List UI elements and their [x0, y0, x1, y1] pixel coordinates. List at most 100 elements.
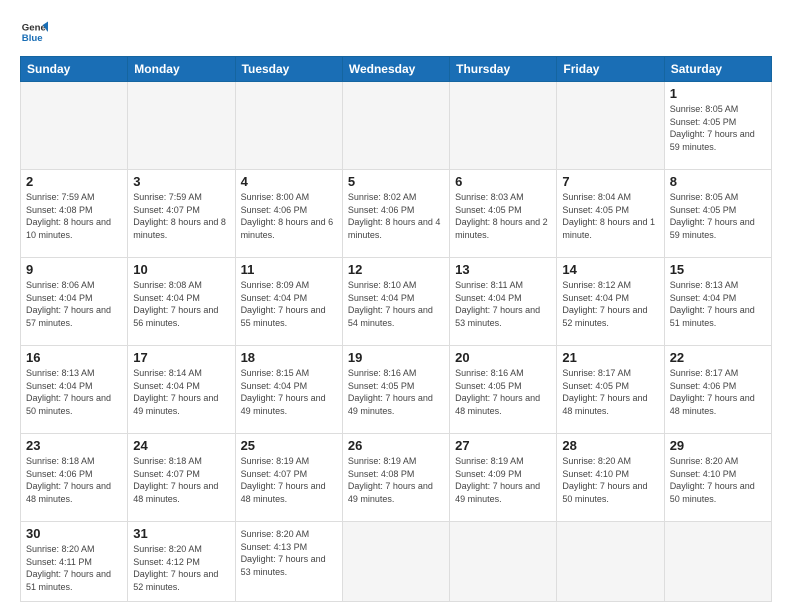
day-info: Sunrise: 8:16 AMSunset: 4:05 PMDaylight:…: [455, 367, 551, 417]
day-info: Sunrise: 8:18 AMSunset: 4:06 PMDaylight:…: [26, 455, 122, 505]
calendar-cell: 12 Sunrise: 8:10 AMSunset: 4:04 PMDayligh…: [342, 258, 449, 346]
logo-icon: General Blue: [20, 18, 48, 46]
day-number: 1: [670, 86, 766, 101]
day-info: Sunrise: 8:10 AMSunset: 4:04 PMDaylight:…: [348, 279, 444, 329]
calendar-cell: 8Sunrise: 8:05 AMSunset: 4:05 PMDaylight…: [664, 170, 771, 258]
weekday-header-friday: Friday: [557, 57, 664, 82]
day-info: Sunrise: 8:14 AMSunset: 4:04 PMDaylight:…: [133, 367, 229, 417]
day-number: 20: [455, 350, 551, 365]
weekday-header-thursday: Thursday: [450, 57, 557, 82]
calendar-cell: 11 Sunrise: 8:09 AMSunset: 4:04 PMDayligh…: [235, 258, 342, 346]
calendar-cell: 24Sunrise: 8:18 AMSunset: 4:07 PMDayligh…: [128, 434, 235, 522]
day-info: Sunrise: 8:20 AMSunset: 4:11 PMDaylight:…: [26, 543, 122, 593]
calendar-cell: [450, 82, 557, 170]
calendar-cell: 4 Sunrise: 8:00 AMSunset: 4:06 PMDaylight…: [235, 170, 342, 258]
day-info: Sunrise: 8:05 AMSunset: 4:05 PMDaylight:…: [670, 103, 766, 153]
day-info: Sunrise: 8:12 AMSunset: 4:04 PMDaylight:…: [562, 279, 658, 329]
day-number: 9: [26, 262, 122, 277]
calendar-cell: 14 Sunrise: 8:12 AMSunset: 4:04 PMDayligh…: [557, 258, 664, 346]
calendar-cell: 13 Sunrise: 8:11 AMSunset: 4:04 PMDayligh…: [450, 258, 557, 346]
calendar-cell: 15 Sunrise: 8:13 AMSunset: 4:04 PMDayligh…: [664, 258, 771, 346]
day-number: 29: [670, 438, 766, 453]
day-info: Sunrise: 8:06 AMSunset: 4:04 PMDaylight:…: [26, 279, 122, 329]
calendar-cell: 2Sunrise: 7:59 AMSunset: 4:08 PMDaylight…: [21, 170, 128, 258]
calendar-cell: 28 Sunrise: 8:20 AMSunset: 4:10 PMDayligh…: [557, 434, 664, 522]
calendar-cell: 22Sunrise: 8:17 AMSunset: 4:06 PMDayligh…: [664, 346, 771, 434]
svg-text:General: General: [22, 22, 48, 33]
day-info: Sunrise: 8:17 AMSunset: 4:05 PMDaylight:…: [562, 367, 658, 417]
calendar-cell: 23 Sunrise: 8:18 AMSunset: 4:06 PMDayligh…: [21, 434, 128, 522]
weekday-header-saturday: Saturday: [664, 57, 771, 82]
calendar-cell: 17 Sunrise: 8:14 AMSunset: 4:04 PMDayligh…: [128, 346, 235, 434]
calendar-cell: 5 Sunrise: 8:02 AMSunset: 4:06 PMDaylight…: [342, 170, 449, 258]
day-number: 31: [133, 526, 229, 541]
day-number: 22: [670, 350, 766, 365]
weekday-header-monday: Monday: [128, 57, 235, 82]
day-number: 13: [455, 262, 551, 277]
calendar-cell: [342, 82, 449, 170]
day-info: Sunrise: 8:15 AMSunset: 4:04 PMDaylight:…: [241, 367, 337, 417]
calendar-cell: [128, 82, 235, 170]
day-number: 2: [26, 174, 122, 189]
day-number: 3: [133, 174, 229, 189]
svg-text:Blue: Blue: [22, 33, 43, 44]
day-number: 27: [455, 438, 551, 453]
day-number: 7: [562, 174, 658, 189]
calendar-cell: 26Sunrise: 8:19 AMSunset: 4:08 PMDayligh…: [342, 434, 449, 522]
calendar-cell: 31 Sunrise: 8:20 AMSunset: 4:12 PMDayligh…: [128, 522, 235, 602]
calendar-cell: 20 Sunrise: 8:16 AMSunset: 4:05 PMDayligh…: [450, 346, 557, 434]
calendar-cell: [557, 82, 664, 170]
week-row-4: 16Sunrise: 8:13 AMSunset: 4:04 PMDayligh…: [21, 346, 772, 434]
day-info: Sunrise: 8:11 AMSunset: 4:04 PMDaylight:…: [455, 279, 551, 329]
day-number: 11: [241, 262, 337, 277]
day-number: 28: [562, 438, 658, 453]
day-number: 17: [133, 350, 229, 365]
week-row-2: 2Sunrise: 7:59 AMSunset: 4:08 PMDaylight…: [21, 170, 772, 258]
day-number: 25: [241, 438, 337, 453]
calendar-cell: 1 Sunrise: 8:05 AMSunset: 4:05 PMDaylight…: [664, 82, 771, 170]
day-number: 14: [562, 262, 658, 277]
calendar-cell: 25 Sunrise: 8:19 AMSunset: 4:07 PMDayligh…: [235, 434, 342, 522]
day-info: Sunrise: 8:09 AMSunset: 4:04 PMDaylight:…: [241, 279, 337, 329]
day-info: Sunrise: 8:02 AMSunset: 4:06 PMDaylight:…: [348, 191, 444, 241]
day-number: 21: [562, 350, 658, 365]
day-number: 4: [241, 174, 337, 189]
day-info: Sunrise: 8:08 AMSunset: 4:04 PMDaylight:…: [133, 279, 229, 329]
day-info: Sunrise: 8:03 AMSunset: 4:05 PMDaylight:…: [455, 191, 551, 241]
calendar-cell: [557, 522, 664, 602]
day-info: Sunrise: 8:20 AMSunset: 4:13 PMDaylight:…: [241, 528, 337, 578]
day-number: 26: [348, 438, 444, 453]
calendar-cell: 29 Sunrise: 8:20 AMSunset: 4:10 PMDayligh…: [664, 434, 771, 522]
day-number: 8: [670, 174, 766, 189]
day-number: 23: [26, 438, 122, 453]
week-row-6: 30 Sunrise: 8:20 AMSunset: 4:11 PMDayligh…: [21, 522, 772, 602]
day-number: 30: [26, 526, 122, 541]
calendar-cell: 30 Sunrise: 8:20 AMSunset: 4:11 PMDayligh…: [21, 522, 128, 602]
day-number: 12: [348, 262, 444, 277]
day-info: Sunrise: 8:18 AMSunset: 4:07 PMDaylight:…: [133, 455, 229, 505]
week-row-5: 23 Sunrise: 8:18 AMSunset: 4:06 PMDayligh…: [21, 434, 772, 522]
week-row-1: 1 Sunrise: 8:05 AMSunset: 4:05 PMDaylight…: [21, 82, 772, 170]
day-info: Sunrise: 8:19 AMSunset: 4:09 PMDaylight:…: [455, 455, 551, 505]
day-number: 19: [348, 350, 444, 365]
day-info: Sunrise: 8:20 AMSunset: 4:12 PMDaylight:…: [133, 543, 229, 593]
calendar-cell: 7Sunrise: 8:04 AMSunset: 4:05 PMDaylight…: [557, 170, 664, 258]
day-number: 16: [26, 350, 122, 365]
day-number: 15: [670, 262, 766, 277]
week-row-3: 9 Sunrise: 8:06 AMSunset: 4:04 PMDaylight…: [21, 258, 772, 346]
header: General Blue: [20, 18, 772, 46]
weekday-header-tuesday: Tuesday: [235, 57, 342, 82]
calendar-cell: Sunrise: 8:20 AMSunset: 4:13 PMDaylight:…: [235, 522, 342, 602]
logo: General Blue: [20, 18, 48, 46]
day-number: 5: [348, 174, 444, 189]
day-info: Sunrise: 8:20 AMSunset: 4:10 PMDaylight:…: [670, 455, 766, 505]
day-number: 6: [455, 174, 551, 189]
calendar-cell: 21 Sunrise: 8:17 AMSunset: 4:05 PMDayligh…: [557, 346, 664, 434]
calendar-cell: [235, 82, 342, 170]
calendar-cell: 10Sunrise: 8:08 AMSunset: 4:04 PMDayligh…: [128, 258, 235, 346]
day-info: Sunrise: 8:13 AMSunset: 4:04 PMDaylight:…: [670, 279, 766, 329]
day-info: Sunrise: 8:20 AMSunset: 4:10 PMDaylight:…: [562, 455, 658, 505]
day-info: Sunrise: 8:00 AMSunset: 4:06 PMDaylight:…: [241, 191, 337, 241]
calendar-cell: 27 Sunrise: 8:19 AMSunset: 4:09 PMDayligh…: [450, 434, 557, 522]
day-info: Sunrise: 8:19 AMSunset: 4:07 PMDaylight:…: [241, 455, 337, 505]
